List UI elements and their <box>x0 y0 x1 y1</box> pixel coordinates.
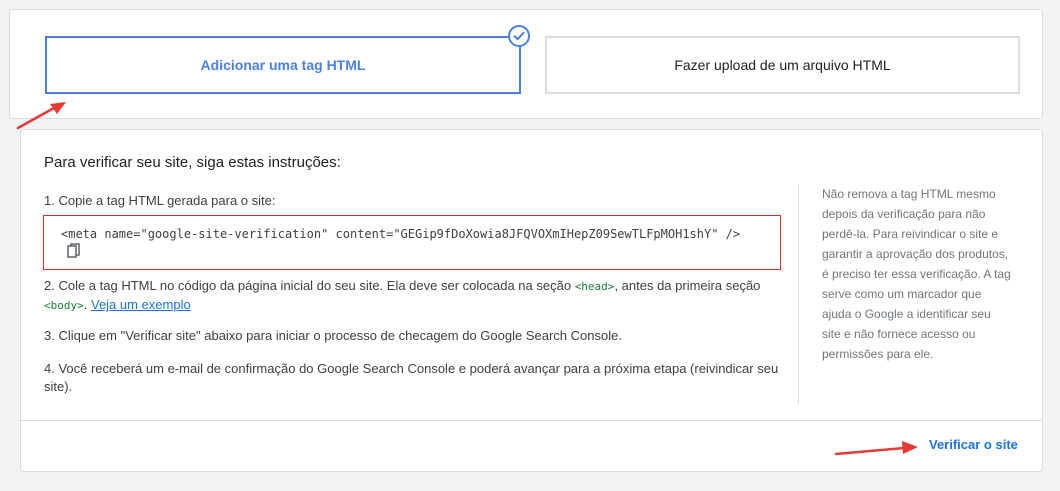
method-upload-label: Fazer upload de um arquivo HTML <box>674 57 891 73</box>
step-2-text-a: 2. Cole a tag HTML no código da página i… <box>44 278 575 293</box>
instructions-title: Para verificar seu site, siga estas inst… <box>44 154 341 171</box>
head-code: <head> <box>574 280 615 293</box>
check-circle-icon <box>508 25 530 47</box>
method-html-tag-label: Adicionar uma tag HTML <box>200 57 366 73</box>
step-2-text-c: . <box>83 297 91 312</box>
annotation-arrow-icon <box>16 102 66 130</box>
step-1: 1. Copie a tag HTML gerada para o site: <box>44 193 276 208</box>
body-code: <body> <box>44 299 84 312</box>
side-note: Não remova a tag HTML mesmo depois da ve… <box>798 184 1018 404</box>
step-3: 3. Clique em "Verificar site" abaixo par… <box>44 328 622 343</box>
copy-icon[interactable] <box>67 243 81 264</box>
method-upload-option[interactable]: Fazer upload de um arquivo HTML <box>545 36 1020 94</box>
step-2-text-b: , antes da primeira seção <box>614 278 761 293</box>
example-link[interactable]: Veja um exemplo <box>91 297 191 312</box>
step-2: 2. Cole a tag HTML no código da página i… <box>44 277 784 315</box>
verify-site-button[interactable]: Verificar o site <box>923 433 1024 456</box>
step-4: 4. Você receberá um e-mail de confirmaçã… <box>44 361 779 394</box>
meta-tag-code-box[interactable]: <meta name="google-site-verification" co… <box>43 215 781 270</box>
verification-method-card: Adicionar uma tag HTML Fazer upload de u… <box>9 9 1043 119</box>
instructions-card: Para verificar seu site, siga estas inst… <box>20 129 1043 472</box>
card-divider <box>21 420 1042 421</box>
method-html-tag-option[interactable]: Adicionar uma tag HTML <box>45 36 521 94</box>
annotation-arrow-icon <box>834 441 918 456</box>
meta-tag-code: <meta name="google-site-verification" co… <box>61 227 741 241</box>
